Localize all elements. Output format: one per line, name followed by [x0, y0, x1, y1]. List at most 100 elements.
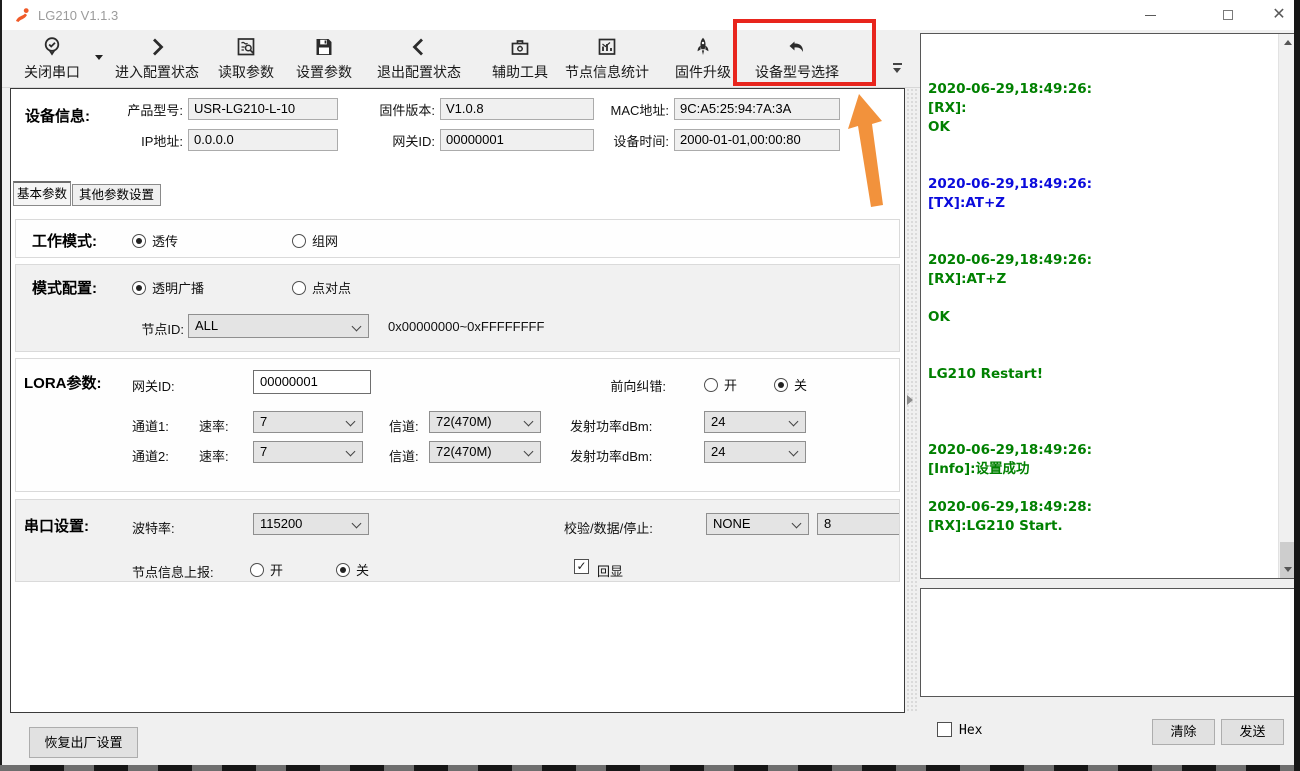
app-logo-icon	[14, 7, 31, 24]
data-bits-select[interactable]: 8	[817, 513, 900, 535]
chevron-down-icon	[789, 417, 799, 427]
radio-option[interactable]: 点对点	[292, 278, 452, 297]
tab[interactable]: 基本参数	[13, 181, 71, 206]
power-select[interactable]: 24	[704, 411, 806, 433]
log-line	[928, 289, 1275, 308]
log-panel[interactable]: 2020-06-29,18:49:26: [RX]: OK 2020-06-29…	[920, 33, 1296, 579]
hex-checkbox[interactable]	[937, 722, 952, 737]
gateway-id-label: 网关ID:	[132, 376, 175, 395]
chevron-down-icon	[352, 322, 362, 332]
log-line	[928, 213, 1275, 232]
log-line	[928, 384, 1275, 403]
toolbar-button[interactable]: 关闭串口	[12, 33, 92, 87]
log-line	[928, 479, 1275, 498]
rate-select[interactable]: 7	[253, 441, 363, 463]
baud-select[interactable]: 115200	[253, 513, 369, 535]
arrow-down-icon	[1284, 567, 1292, 572]
restore-factory-button[interactable]: 恢复出厂设置	[29, 727, 138, 758]
radio-option[interactable]: 组网	[292, 231, 452, 250]
radio-icon	[292, 281, 306, 295]
toolbar-button[interactable]: 设备型号选择	[749, 33, 845, 87]
section-lora: LORA参数: 网关ID: 00000001 前向纠错: 开 关	[15, 358, 900, 492]
chevron-down-icon	[792, 519, 802, 529]
log-line: OK	[928, 308, 1275, 327]
desktop: LG210 V1.1.3 ✕ 关闭串口 进入配置状态 读取参	[0, 0, 1300, 771]
rate-select[interactable]: 7	[253, 411, 363, 433]
toolbar-button[interactable]: 进入配置状态	[105, 33, 209, 87]
channel-label: 信道:	[389, 416, 419, 435]
send-button[interactable]: 发送	[1221, 719, 1284, 745]
toolbar-button[interactable]: 读取参数	[215, 33, 277, 87]
clear-button[interactable]: 清除	[1152, 719, 1215, 745]
lora-title: LORA参数:	[24, 372, 102, 393]
chevron-right-icon	[145, 33, 169, 61]
log-line: [RX]:LG210 Start.	[928, 517, 1275, 536]
fec-label: 前向纠错:	[571, 376, 666, 395]
device-field-value: 2000-01-01,00:00:80	[674, 129, 840, 151]
tab[interactable]: 其他参数设置	[72, 184, 161, 206]
send-input[interactable]	[920, 588, 1296, 697]
log-line: 2020-06-29,18:49:26:	[928, 441, 1275, 460]
channel-row: 通道2: 速率: 7 信道: 72(470M) 发射功率dBm: 24	[16, 439, 900, 469]
radio-option[interactable]: 开	[704, 375, 774, 394]
baud-label: 波特率:	[132, 518, 175, 537]
power-select[interactable]: 24	[704, 441, 806, 463]
log-line: [TX]:AT+Z	[928, 194, 1275, 213]
channel-select[interactable]: 72(470M)	[429, 411, 541, 433]
undo-arrow-icon	[785, 33, 809, 61]
power-label: 发射功率dBm:	[570, 446, 652, 465]
radio-option[interactable]: 透明广播	[132, 278, 292, 297]
splitter-handle[interactable]	[905, 390, 914, 410]
device-field-value: 0.0.0.0	[188, 129, 338, 151]
toolbar-overflow-button[interactable]	[891, 62, 904, 76]
parity-select[interactable]: NONE	[706, 513, 809, 535]
serial-title: 串口设置:	[24, 515, 89, 536]
node-id-label: 节点ID:	[128, 319, 184, 338]
log-line	[928, 232, 1275, 251]
channel-select[interactable]: 72(470M)	[429, 441, 541, 463]
log-content: 2020-06-29,18:49:26: [RX]: OK 2020-06-29…	[928, 80, 1275, 536]
close-button[interactable]: ✕	[1263, 0, 1295, 30]
log-scrollbar[interactable]	[1278, 34, 1295, 578]
channel-name: 通道1:	[132, 416, 169, 435]
device-field-label: MAC地址:	[599, 100, 669, 119]
section-mode-config: 模式配置: 透明广播 点对点 节点ID:	[15, 264, 900, 352]
log-line	[928, 137, 1275, 156]
save-icon	[312, 33, 336, 61]
chevron-down-icon	[346, 417, 356, 427]
log-line	[928, 403, 1275, 422]
device-info-grid: 产品型号: USR-LG210-L-10 固件版本: V1.0.8 MAC地址:…	[99, 98, 840, 151]
serial-dropdown-caret-icon[interactable]	[95, 55, 103, 60]
log-line: 2020-06-29,18:49:26:	[928, 175, 1275, 194]
read-params-icon	[234, 33, 258, 61]
echo-checkbox[interactable]	[574, 559, 589, 574]
device-field-label: 固件版本:	[343, 100, 435, 119]
radio-option[interactable]: 关	[336, 560, 422, 579]
toolbar-button[interactable]: 设置参数	[293, 33, 355, 87]
report-label: 节点信息上报:	[132, 562, 214, 581]
mode-config-title: 模式配置:	[32, 277, 97, 298]
radio-option[interactable]: 透传	[132, 231, 292, 250]
device-field-value: USR-LG210-L-10	[188, 98, 338, 120]
toolbar-button[interactable]: 固件升级	[672, 33, 734, 87]
radio-option[interactable]: 开	[250, 560, 336, 579]
mode-config-options: 透明广播 点对点	[132, 278, 452, 297]
section-work-mode: 工作模式: 透传 组网	[15, 219, 900, 258]
radio-icon	[774, 378, 788, 392]
chevron-down-icon	[346, 447, 356, 457]
radio-option[interactable]: 关	[774, 375, 844, 394]
toolbar-button[interactable]: 辅助工具	[489, 33, 551, 87]
maximize-button[interactable]	[1212, 0, 1244, 30]
radio-icon	[250, 563, 264, 577]
gateway-id-input[interactable]: 00000001	[253, 370, 371, 394]
log-line: [RX]:AT+Z	[928, 270, 1275, 289]
device-field-label: 产品型号:	[99, 100, 183, 119]
window-title: LG210 V1.1.3	[38, 8, 118, 23]
lora-channels: 通道1: 速率: 7 信道: 72(470M) 发射功率dBm: 24 通道2:…	[16, 409, 900, 469]
node-id-select[interactable]: ALL	[188, 314, 369, 338]
channel-row: 通道1: 速率: 7 信道: 72(470M) 发射功率dBm: 24	[16, 409, 900, 439]
toolbar-button[interactable]: 退出配置状态	[368, 33, 470, 87]
minimize-button[interactable]	[1134, 0, 1166, 30]
device-field-value: 9C:A5:25:94:7A:3A	[674, 98, 840, 120]
toolbar-button[interactable]: 节点信息统计	[559, 33, 655, 87]
